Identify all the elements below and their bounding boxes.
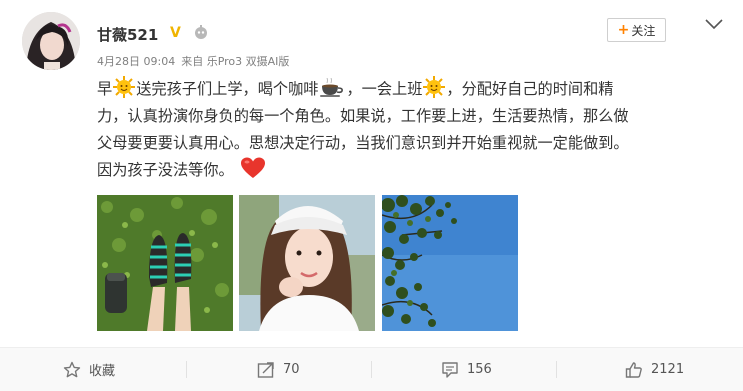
post-line-1: 早 送完孩子们上学，喝个咖啡 ，一会上班 ，分配好自己的时间和精 xyxy=(97,76,722,103)
chevron-down-icon[interactable] xyxy=(703,16,725,35)
repost-icon xyxy=(257,361,274,378)
post-line-2: 力，认真扮演你身负的每一个角色。如果说，工作要上进，生活要热情，那么做 xyxy=(97,107,629,125)
post-text-segment: ，一会上班 xyxy=(346,80,423,98)
like-count: 2121 xyxy=(651,362,685,377)
avatar[interactable] xyxy=(22,12,80,70)
post-meta: 4月28日 09:04 来自 乐Pro3 双摄AI版 xyxy=(97,53,289,69)
repost-button[interactable]: 70 xyxy=(257,348,300,391)
follow-button[interactable]: + 关注 xyxy=(607,18,666,42)
separator xyxy=(186,361,187,378)
comment-icon xyxy=(442,361,458,378)
like-button[interactable]: 2121 xyxy=(625,348,684,391)
comment-button[interactable]: 156 xyxy=(441,348,492,391)
post-line-3: 父母要更要认真用心。思想决定行动，当我们意识到并开始重视就一定能做到。 xyxy=(97,134,629,152)
photo-woman-selfie[interactable] xyxy=(239,195,375,331)
post-line-4: 因为孩子没法等你。 xyxy=(97,157,722,184)
repost-count: 70 xyxy=(283,362,300,377)
post-text-segment: 早 xyxy=(97,80,113,98)
post-text-segment: ，分配好自己的时间和精 xyxy=(446,80,614,98)
username[interactable]: 甘薇521 xyxy=(97,24,158,45)
verified-badge-icon: V xyxy=(170,25,181,41)
action-bar: 收藏 70 156 2121 xyxy=(0,348,743,391)
post-source[interactable]: 来自 乐Pro3 双摄AI版 xyxy=(181,55,289,68)
favorite-button[interactable]: 收藏 xyxy=(63,348,115,391)
post-date[interactable]: 4月28日 09:04 xyxy=(97,55,175,68)
star-icon xyxy=(63,361,81,377)
avatar-image xyxy=(22,12,80,70)
post-text: 早 送完孩子们上学，喝个咖啡 ，一会上班 ，分配好自己的时间和精 力，认真扮演你… xyxy=(97,76,722,184)
thumbs-up-icon xyxy=(625,361,642,378)
separator xyxy=(556,361,557,378)
photo-shoes-on-grass[interactable] xyxy=(97,195,233,331)
comment-count: 156 xyxy=(467,362,492,377)
post-text-segment: 送完孩子们上学，喝个咖啡 xyxy=(136,80,319,98)
follow-label: 关注 xyxy=(631,23,656,38)
heart-emoji-icon xyxy=(240,157,266,188)
separator xyxy=(371,361,372,378)
favorite-label: 收藏 xyxy=(89,364,116,379)
post-text-segment: 因为孩子没法等你。 xyxy=(97,161,234,179)
member-robot-icon xyxy=(193,24,209,44)
photo-tree-sky[interactable] xyxy=(382,195,518,331)
plus-icon: + xyxy=(617,22,630,38)
